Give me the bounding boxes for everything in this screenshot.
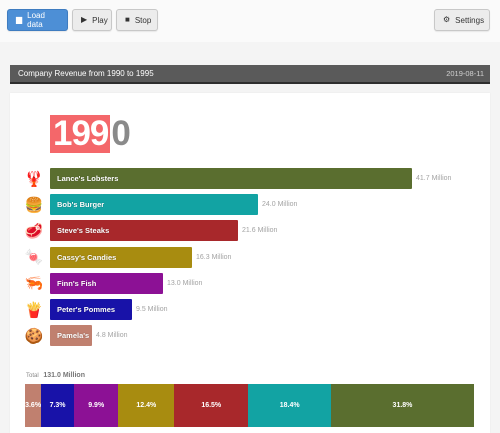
gear-icon: ⚙ [443,15,451,24]
stop-label: Stop [134,15,152,25]
fish-icon: 🦐 [24,275,44,293]
cookie-icon: 🍪 [24,327,44,345]
play-button[interactable]: ▶ Play [72,9,112,31]
share-segment-fish: 9.9% [73,384,119,427]
share-stacked-bar: 3.6% 7.3% 9.9% 12.4% 16.5% 18.4% 31.8% [25,384,474,427]
steak-icon: 🥩 [24,222,44,240]
total-readout: Total 131.0 Million [26,372,85,379]
bar-value-fish: 13.0 Million [167,279,203,287]
share-segment-steaks: 16.5% [174,384,249,427]
candy-icon: 🍬 [24,249,44,267]
bar-value-burger: 24.0 Million [262,201,298,209]
settings-label: Settings [455,15,485,25]
fries-icon: 🍟 [24,301,44,319]
lobster-icon: 🦞 [24,170,44,188]
toolbar: ▆ Load data ▶ Play ■ Stop ⚙ Settings [0,0,500,42]
chart-title-bar: Company Revenue from 1990 to 1995 2019-0… [10,65,490,84]
year-highlight: 199 [50,114,111,153]
bar-value-steaks: 21.6 Million [242,227,278,235]
burger-icon: 🍔 [24,196,44,214]
share-segment-lobsters: 31.8% [331,384,474,427]
stop-button[interactable]: ■ Stop [116,9,158,31]
bar-fish: Finn's Fish [50,272,163,294]
bar-value-pamela: 4.8 Million [96,332,128,340]
year-rest: 0 [111,114,130,153]
bar-candies: Cassy's Candies [50,246,192,268]
bar-value-candies: 16.3 Million [196,253,232,261]
total-value: 131.0 Million [43,372,85,379]
share-segment-pommes: 7.3% [41,384,74,427]
settings-button[interactable]: ⚙ Settings [434,9,490,31]
total-label: Total [26,373,39,379]
share-segment-burger: 18.4% [248,384,332,427]
play-label: Play [92,15,108,25]
play-icon: ▶ [81,15,88,24]
load-data-button[interactable]: ▆ Load data [7,9,68,31]
bar-pamela: Pamela's [50,325,92,347]
chart-date: 2019-08-11 [446,69,484,78]
bar-value-lobsters: 41.7 Million [416,175,452,182]
stop-icon: ■ [125,15,130,24]
bar-burger: Bob's Burger [50,194,258,216]
bar-steaks: Steve's Steaks [50,220,238,242]
year-counter: 199 0 [50,114,131,153]
chart-title: Company Revenue from 1990 to 1995 [18,69,154,78]
share-segment-pamela: 3.6% [25,384,42,427]
folder-icon: ▆ [16,15,23,24]
bar-lobsters: Lance's Lobsters [50,168,412,189]
load-data-label: Load data [27,11,45,29]
share-segment-candies: 12.4% [118,384,175,427]
bar-value-pommes: 9.5 Million [136,306,168,313]
bar-pommes: Peter's Pommes [50,299,132,320]
